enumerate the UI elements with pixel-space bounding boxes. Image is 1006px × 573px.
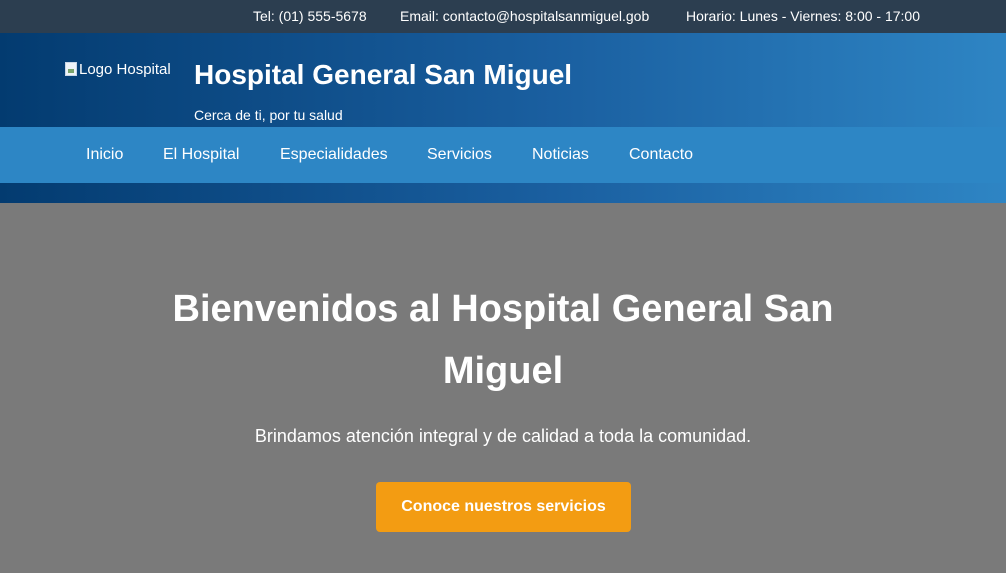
broken-image-icon [65,62,77,76]
nav-item-servicios[interactable]: Servicios [427,146,492,164]
site-title[interactable]: Hospital General San Miguel [194,59,572,91]
email-info: Email: contacto@hospitalsanmiguel.gob [400,8,650,24]
nav-item-especialidades[interactable]: Especialidades [280,146,388,164]
site-header: Logo Hospital Hospital General San Migue… [0,33,1006,203]
logo-alt-text: Logo Hospital [79,61,171,78]
hero-subtitle: Brindamos atención integral y de calidad… [254,426,752,446]
hero-section: Bienvenidos al Hospital General San Migu… [0,203,1006,573]
main-navigation: Inicio El Hospital Especialidades Servic… [0,127,1006,183]
top-info-bar: Tel: (01) 555-5678 Email: contacto@hospi… [0,0,1006,33]
nav-item-noticias[interactable]: Noticias [532,146,589,164]
site-tagline: Cerca de ti, por tu salud [194,107,343,123]
services-cta-button[interactable]: Conoce nuestros servicios [376,482,631,532]
hero-title: Bienvenidos al Hospital General San Migu… [172,288,834,392]
hours-info: Horario: Lunes - Viernes: 8:00 - 17:00 [686,8,920,24]
hospital-logo[interactable]: Logo Hospital [65,61,171,91]
nav-item-contacto[interactable]: Contacto [629,146,693,164]
nav-item-inicio[interactable]: Inicio [86,146,123,164]
phone-info: Tel: (01) 555-5678 [253,8,367,24]
nav-item-el-hospital[interactable]: El Hospital [163,146,239,164]
